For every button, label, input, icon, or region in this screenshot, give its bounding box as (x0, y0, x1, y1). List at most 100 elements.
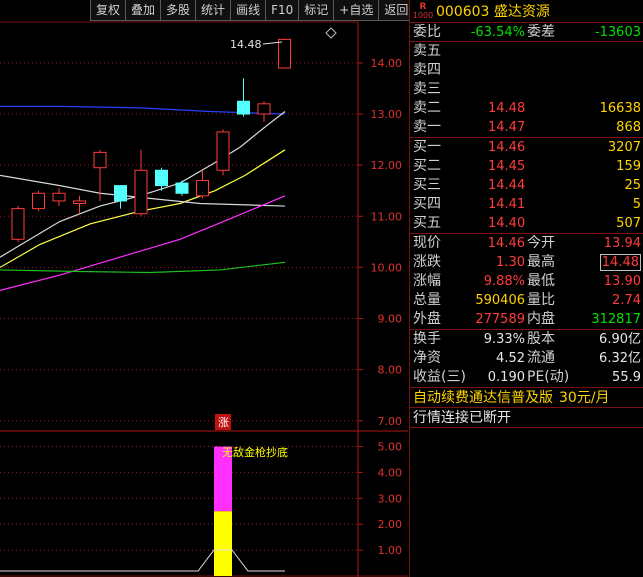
stat-value: 312817 (591, 312, 641, 327)
connection-status: 行情连接已断开 (410, 408, 643, 428)
fin-label: PE(动) (527, 369, 570, 385)
buy-level-row[interactable]: 买二 14.45 159 (410, 157, 643, 176)
weibi-row: 委比 -63.54% 委差 -13603 (410, 23, 643, 42)
candle-up (278, 38, 291, 69)
kline-chart[interactable]: 14.00 13.00 12.00 11.00 10.00 9.00 8.00 7.00 14… (0, 0, 408, 577)
candle-up (32, 192, 45, 210)
sell-level-label: 卖三 (413, 81, 441, 97)
indicator-axis-label: 5.00 (378, 441, 403, 454)
stat-label: 最高 (527, 254, 555, 270)
sell-level-label: 卖四 (413, 62, 441, 78)
stock-title[interactable]: 000603 盛达资源 (436, 1, 550, 21)
price-axis-label: 12.00 (371, 159, 403, 172)
sell-order-book: 卖五卖四卖三卖二 14.48 16638 卖一 14.47 868 (410, 42, 643, 138)
buy-level-price: 14.41 (488, 197, 526, 212)
price-axis-label: 13.00 (371, 108, 403, 121)
weicha-value: -13603 (594, 25, 641, 40)
price-grid (0, 62, 358, 422)
chart-area[interactable]: 14.00 13.00 12.00 11.00 10.00 9.00 8.00 7.00 14… (0, 0, 415, 577)
stat-label: 涨跌 (413, 254, 441, 270)
sell-level-row[interactable]: 卖三 (410, 80, 643, 99)
buy-level-row[interactable]: 买五 14.40 507 (410, 214, 643, 233)
fin-row: 收益(三) 0.190 PE(动) 55.9 (410, 368, 643, 387)
buy-level-price: 14.45 (488, 159, 526, 174)
price-axis-label: 8.00 (378, 364, 403, 377)
buy-level-label: 买二 (413, 158, 441, 174)
candle-up (216, 131, 230, 171)
fin-value: 6.90亿 (599, 332, 641, 347)
fin-label: 收益(三) (413, 369, 466, 385)
candle-down (155, 169, 168, 187)
toolbar-button-5[interactable]: F10 (266, 0, 300, 21)
stat-value: 13.90 (603, 274, 641, 289)
candle-up (134, 169, 148, 215)
stat-row: 总量 590406 量比 2.74 (410, 291, 643, 310)
zhang-badge-text: 涨 (218, 416, 229, 429)
buy-level-price: 14.40 (488, 216, 526, 231)
fin-label: 净资 (413, 350, 441, 366)
buy-level-volume: 25 (624, 178, 641, 193)
indicator-axis: 5.00 4.00 3.00 2.00 1.00 (358, 441, 403, 557)
buy-level-price: 14.46 (488, 140, 526, 155)
toolbar-button-7[interactable]: +自选 (334, 0, 380, 21)
candle-up (52, 192, 66, 202)
buy-level-volume: 5 (632, 197, 641, 212)
indicator-axis-label: 3.00 (378, 492, 403, 505)
rights-badge-sub: 1000 (412, 10, 434, 20)
stat-label: 量比 (527, 292, 555, 308)
stat-label: 现价 (413, 235, 441, 251)
sell-level-volume: 868 (616, 120, 641, 135)
indicator-axis-label: 4.00 (378, 466, 403, 479)
toolbar-button-0[interactable]: 复权 (90, 0, 127, 21)
buy-level-row[interactable]: 买一 14.46 3207 (410, 138, 643, 157)
quote-panel: R 1000 000603 盛达资源 委比 -63.54% 委差 -13603 … (409, 0, 643, 577)
toolbar-button-4[interactable]: 画线 (231, 0, 267, 21)
fin-value: 55.9 (612, 370, 641, 385)
indicator-grid (0, 446, 358, 551)
sell-level-label: 卖五 (413, 43, 441, 59)
buy-level-volume: 3207 (607, 140, 641, 155)
toolbar-button-2[interactable]: 多股 (161, 0, 197, 21)
stat-value: 277589 (475, 312, 525, 327)
sell-level-price: 14.48 (488, 101, 526, 116)
fin-label: 股本 (527, 331, 555, 347)
stock-name: 盛达资源 (493, 4, 550, 20)
buy-level-volume: 507 (616, 216, 641, 231)
indicator-axis-label: 2.00 (378, 518, 403, 531)
sell-level-row[interactable]: 卖四 (410, 61, 643, 80)
candle-down (114, 185, 127, 202)
sell-level-volume: 16638 (599, 101, 641, 116)
stat-value: 2.74 (612, 293, 641, 308)
weibi-value: -63.54% (470, 25, 525, 40)
stat-row: 涨跌 1.30 最高 14.48 (410, 253, 643, 272)
weicha-label: 委差 (527, 24, 555, 40)
buy-order-book: 买一 14.46 3207 买二 14.45 159 买三 14.44 25 买四 14.41 5 买五… (410, 138, 643, 234)
indicator-base-line (0, 549, 285, 572)
price-stats: 现价 14.46 今开 13.94 涨跌 1.30 最高 14.48 涨幅 9.88% 最低 13.9… (410, 234, 643, 330)
candle-up (11, 208, 25, 240)
financial-stats: 换手 9.33% 股本 6.90亿 净资 4.52 流通 6.32亿 收益(三) 0.190 PE(… (410, 330, 643, 388)
price-axis: 14.00 13.00 12.00 11.00 10.00 9.00 8.00 7.00 (358, 57, 402, 428)
toolbar-button-3[interactable]: 统计 (196, 0, 232, 21)
subscription-ad[interactable]: 自动续费通达信普及版 30元/月 (410, 388, 643, 408)
diamond-icon[interactable] (325, 27, 337, 39)
fin-label: 流通 (527, 350, 555, 366)
price-axis-label: 9.00 (378, 313, 403, 326)
candle-up (196, 179, 209, 197)
sell-level-row[interactable]: 卖五 (410, 42, 643, 61)
stat-row: 现价 14.46 今开 13.94 (410, 234, 643, 253)
buy-level-row[interactable]: 买四 14.41 5 (410, 195, 643, 214)
toolbar-button-6[interactable]: 标记 (299, 0, 335, 21)
sell-level-row[interactable]: 卖二 14.48 16638 (410, 99, 643, 118)
sell-level-row[interactable]: 卖一 14.47 868 (410, 118, 643, 137)
toolbar-button-1[interactable]: 叠加 (126, 0, 162, 21)
stat-value: 14.46 (487, 236, 525, 251)
buy-level-row[interactable]: 买三 14.44 25 (410, 176, 643, 195)
candle-up (93, 151, 107, 169)
buy-level-label: 买五 (413, 215, 441, 231)
price-axis-label: 14.00 (371, 57, 403, 70)
stock-code: 000603 (436, 4, 490, 20)
high-marker-label: 14.48 (230, 38, 262, 51)
sell-level-label: 卖二 (413, 100, 441, 116)
candle-up (73, 200, 86, 204)
